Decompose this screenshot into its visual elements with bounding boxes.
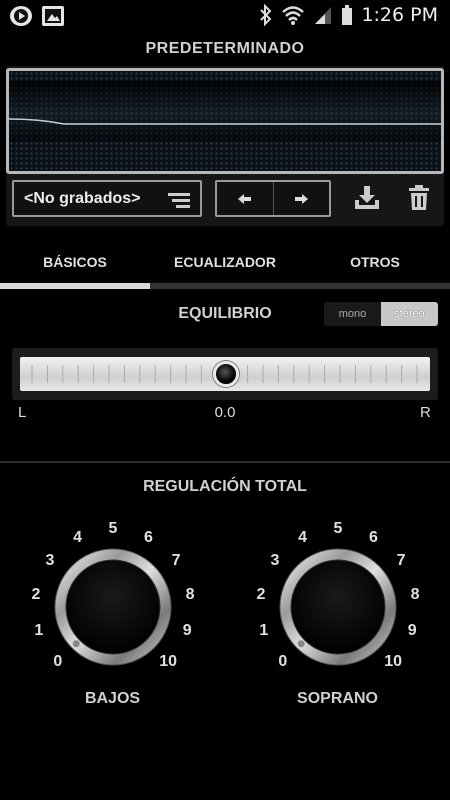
preset-nav [215,180,331,217]
tab-indicator [0,283,450,289]
preset-title: PREDETERMINADO [145,40,305,57]
channel-mode-toggle: mono stereo [324,302,438,326]
balance-right-label: R [420,404,431,421]
preset-selected-label: <No grabados> [24,189,141,207]
arrow-right-icon [295,193,309,204]
treble-knob-indicator [297,640,305,648]
tone-title: REGULACIÓN TOTAL [143,478,307,495]
trash-icon [409,185,429,210]
treble-knob-group: 0 1 2 3 4 5 6 7 8 9 10 [225,500,450,700]
image-icon [42,6,64,26]
wifi-icon [282,6,305,25]
menu-lines-icon [168,193,190,208]
spectrum-visualizer [6,68,444,174]
stereo-option[interactable]: stereo [381,302,438,326]
next-preset-button[interactable] [272,182,330,215]
download-icon [355,186,379,209]
bass-knob[interactable] [0,500,225,700]
mono-option[interactable]: mono [324,302,381,326]
balance-slider-handle[interactable] [213,361,239,387]
bass-label: BAJOS [84,690,141,707]
previous-preset-button[interactable] [217,182,273,215]
clock: 1:26 PM [361,4,438,26]
signal-icon [315,7,332,24]
bass-knob-group: 0 1 2 3 4 5 6 7 8 9 10 [0,500,225,700]
treble-label: SOPRANO [297,690,378,707]
bluetooth-icon [260,4,272,26]
play-circle-icon [10,6,32,26]
section-divider [0,461,450,463]
battery-icon [342,5,353,25]
preset-dropdown[interactable]: <No grabados> [12,180,202,217]
save-preset-button[interactable] [353,184,381,217]
delete-preset-button[interactable] [406,184,432,217]
treble-knob[interactable] [225,500,450,700]
balance-value: 0.0 [214,404,236,421]
arrow-left-icon [237,193,251,204]
bass-knob-indicator [72,640,80,648]
status-bar: 1:26 PM [0,0,450,32]
